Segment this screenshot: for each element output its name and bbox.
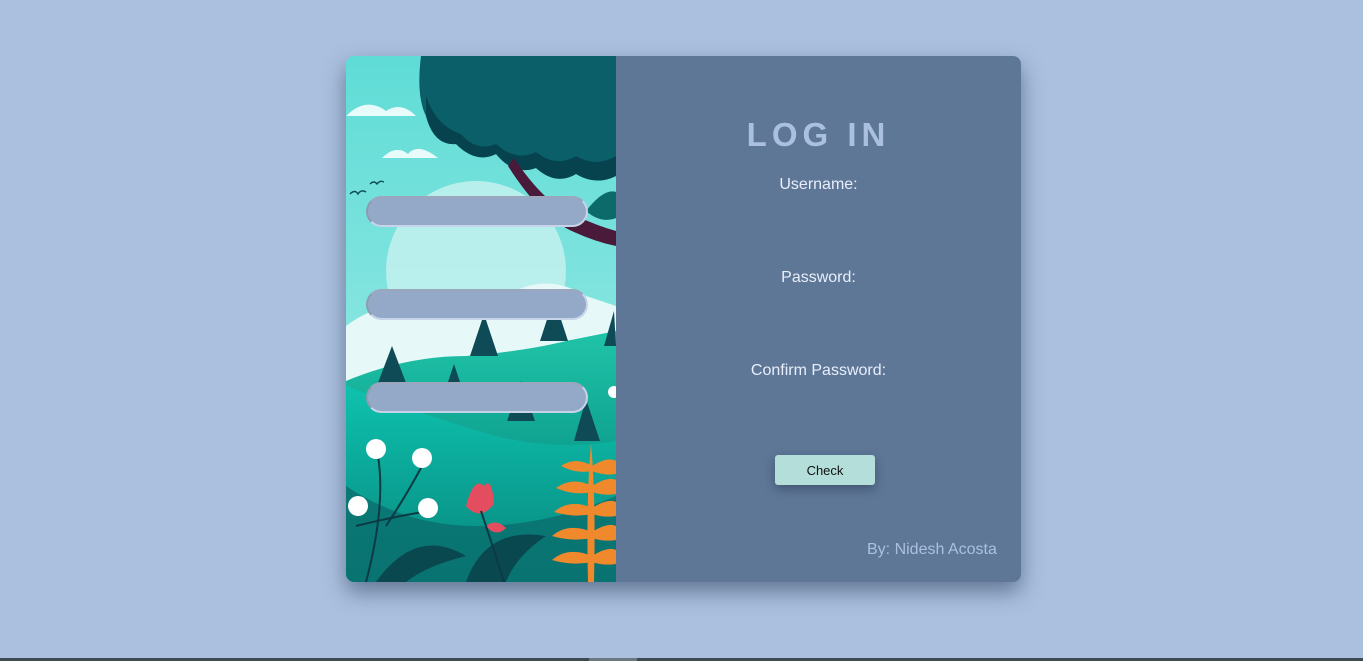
login-panel: LOG IN Username: Password: Confirm Passw… — [616, 56, 1021, 582]
password-input[interactable] — [366, 289, 588, 320]
confirm-password-input[interactable] — [366, 382, 588, 413]
confirm-password-label: Confirm Password: — [750, 362, 887, 379]
page: LOG IN Username: Password: Confirm Passw… — [0, 0, 1363, 661]
check-button[interactable]: Check — [775, 455, 875, 485]
username-label: Username: — [779, 176, 858, 193]
author-credit: By: Nidesh Acosta — [867, 541, 997, 558]
page-title: LOG IN — [746, 116, 891, 153]
password-label: Password: — [781, 269, 856, 286]
username-input[interactable] — [366, 196, 588, 227]
